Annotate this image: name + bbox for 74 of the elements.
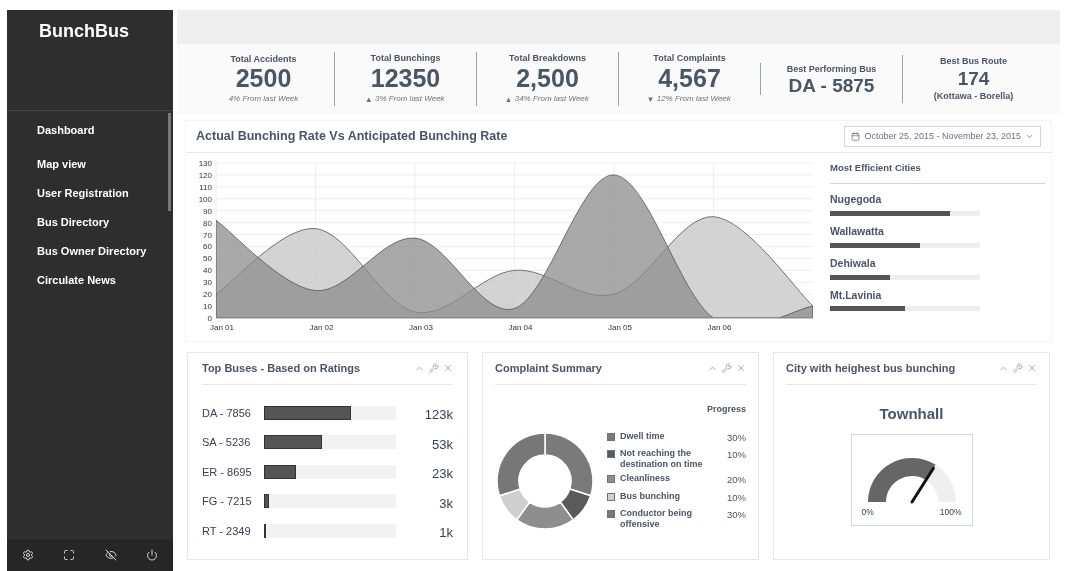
x-axis-label: Jan 02 [309,323,334,332]
legend-label: Dwell time [620,431,666,442]
rating-count: 1k [438,524,453,542]
legend-value: 10% [727,490,746,505]
trend-arrow: ▾ [648,92,653,106]
gauge-max-label: 100% [939,505,962,519]
progress-heading: Progress [706,404,746,414]
city-name: Mt.Lavinia [830,287,883,303]
route-note: (Kottawa - Borella) [933,89,1014,103]
trend-arrow: ▴ [366,92,371,106]
y-axis-label: 70 [203,230,212,240]
y-axis-label: 10 [203,302,212,312]
panel-title: City with heighest bus bunching [786,361,956,377]
stat-value: 174 [957,68,990,88]
stat-label: Best Performing Bus [786,62,877,76]
city-name: Nugegoda [830,192,883,208]
y-axis-label: 100 [198,194,212,204]
stat-label: Total Accidents [230,52,297,66]
rating-count: 23k [431,465,453,483]
stat-value: DA - 5875 [788,76,875,96]
panel-title: Complaint Summary [495,361,602,377]
x-axis-label: Jan 01 [210,323,234,332]
stat-value: 2500 [235,66,292,92]
x-axis-label: Jan 05 [608,323,632,332]
x-axis-label: Jan 06 [707,323,732,332]
legend-label: Not reaching the destination on time [620,448,704,471]
rating-count: 123k [423,406,453,424]
legend-label: Cleanliness [620,473,672,485]
cities-heading: Most Efficient Cities [830,153,1045,185]
bus-number: DA - 7856 [202,405,252,421]
legend-value: 10% [727,448,746,463]
stat-label: Best Bus Route [940,55,1007,68]
y-axis-label: 130 [198,159,212,168]
y-axis-label: 30 [203,278,212,288]
stat-value: 4,567 [658,65,721,91]
panel-title: Top Buses - Based on Ratings [202,361,361,377]
y-axis-label: 110 [199,182,212,192]
legend-value: 30% [727,507,746,522]
bus-number: FG - 7215 [202,494,253,509]
stat-change: 12% From last Week [656,93,731,106]
panel-title: Actual Bunching Rate Vs Anticipated Bunching Rate [196,128,508,146]
y-axis-label: 80 [203,218,212,228]
gauge-min-label: 0% [861,505,874,519]
legend-label: Conductor being offensive [620,507,693,530]
stat-value: 2,500 [516,65,579,91]
y-axis-label: 60 [203,242,212,252]
bus-number: ER - 8695 [202,464,253,480]
brand-title: BunchBus [39,20,129,43]
y-axis-label: 20 [203,290,212,300]
stat-change: 34% From last Week [514,93,589,106]
x-axis-label: Jan 03 [409,323,433,332]
stat-label: Total Complaints [653,52,726,65]
rating-count: 53k [431,435,453,454]
y-axis-label: 0 [207,314,212,323]
bus-number: RT - 2349 [202,523,252,539]
bus-number: SA - 5236 [202,435,252,450]
y-axis-label: 50 [203,254,212,264]
y-axis-label: 120 [198,170,212,180]
city-name: Wallawatta [830,224,885,239]
stat-change: 4% From last Week [228,93,299,106]
city-name: Townhall [879,404,944,424]
rating-count: 3k [438,494,453,513]
x-axis-label: Jan 04 [508,323,533,332]
stat-label: Total Breakdowns [509,52,586,65]
legend-label: Bus bunching [620,490,681,502]
stat-change: 3% From last Week [374,93,445,106]
y-axis-label: 40 [203,266,212,276]
legend-value: 30% [727,431,746,445]
stat-value: 12350 [370,65,441,91]
y-axis-label: 90 [203,206,212,216]
stat-label: Total Bunchings [370,52,441,65]
legend-value: 20% [727,473,746,488]
city-name: Dehiwala [830,255,877,271]
trend-arrow: ▴ [506,92,511,106]
